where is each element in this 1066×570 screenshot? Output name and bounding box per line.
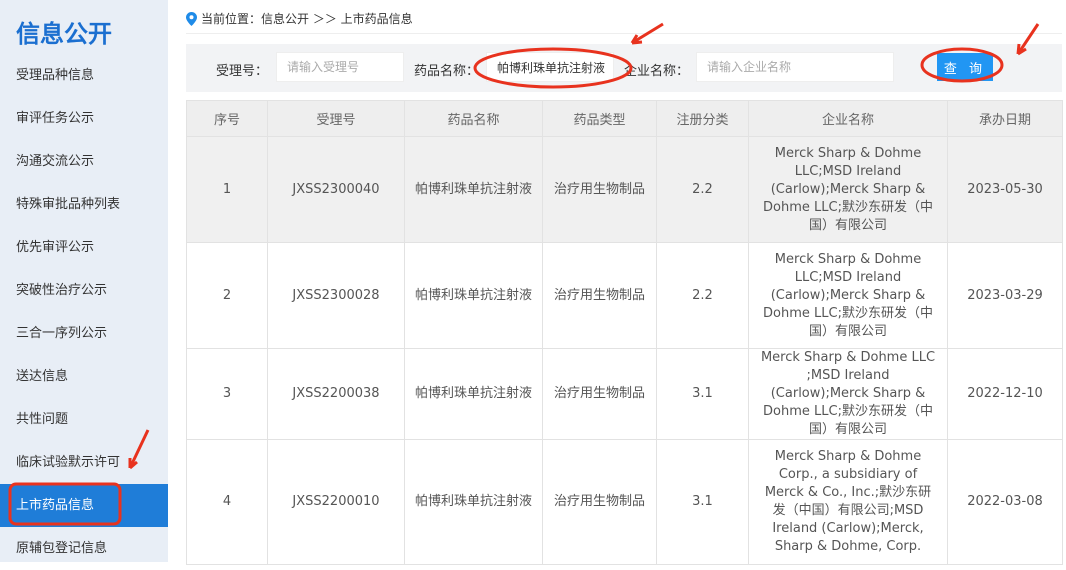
header-registration-class: 注册分类 (656, 100, 749, 137)
row-accept-number: JXSS2200038 (267, 348, 405, 440)
table-row[interactable]: 1 JXSS2300040 帕博利珠单抗注射液 治疗用生物制品 2.2 Merck Sha… (186, 136, 1063, 243)
table-row[interactable]: 4 JXSS2200010 帕博利珠单抗注射液 治疗用生物制品 3.1 Merck Sha… (186, 439, 1063, 565)
sidebar-item-delivery[interactable]: 送达信息 (0, 355, 168, 398)
sidebar-item-marketed-drugs[interactable]: 上市药品信息 (0, 484, 168, 527)
row-drug-type: 治疗用生物制品 (542, 136, 657, 243)
row-drug-name: 帕博利珠单抗注射液 (404, 348, 543, 440)
row-date: 2022-12-10 (947, 348, 1063, 440)
row-company: Merck Sharp & Dohme LLC ;MSD Ireland (Ca… (748, 348, 948, 440)
sidebar-item-accepted-varieties[interactable]: 受理品种信息 (0, 54, 168, 97)
row-drug-type: 治疗用生物制品 (542, 439, 657, 565)
company-name-label: 企业名称： (624, 64, 690, 79)
accept-number-input[interactable] (276, 52, 404, 82)
row-drug-name: 帕博利珠单抗注射液 (404, 136, 543, 243)
row-registration-class: 2.2 (656, 242, 749, 349)
company-name-input[interactable] (696, 52, 894, 82)
header-company: 企业名称 (748, 100, 948, 137)
row-company: Merck Sharp & Dohme Corp., a subsidiary … (748, 439, 948, 565)
row-date: 2023-05-30 (947, 136, 1063, 243)
drug-name-input[interactable] (486, 52, 614, 82)
sidebar-item-breakthrough[interactable]: 突破性治疗公示 (0, 269, 168, 312)
table-row[interactable]: 2 JXSS2300028 帕博利珠单抗注射液 治疗用生物制品 2.2 Merck Sha… (186, 242, 1063, 349)
sidebar-item-three-in-one[interactable]: 三合一序列公示 (0, 312, 168, 355)
breadcrumb-text: 当前位置：信息公开 ＞＞ 上市药品信息 (201, 12, 413, 26)
sidebar: 信息公开 受理品种信息 审评任务公示 沟通交流公示 特殊审批品种列表 优先审评公… (0, 0, 168, 562)
row-index: 3 (186, 348, 268, 440)
header-drug-name: 药品名称 (404, 100, 543, 137)
row-index: 1 (186, 136, 268, 243)
table-row[interactable]: 3 JXSS2200038 帕博利珠单抗注射液 治疗用生物制品 3.1 Merck Sha… (186, 348, 1063, 440)
table-header: 序号 受理号 药品名称 药品类型 注册分类 企业名称 承办日期 (186, 100, 1063, 137)
row-drug-type: 治疗用生物制品 (542, 242, 657, 349)
row-company: Merck Sharp & Dohme LLC;MSD Ireland (Car… (748, 242, 948, 349)
row-accept-number: JXSS2300040 (267, 136, 405, 243)
drug-name-label: 药品名称： (414, 64, 480, 79)
row-drug-name: 帕博利珠单抗注射液 (404, 242, 543, 349)
sidebar-item-communication[interactable]: 沟通交流公示 (0, 140, 168, 183)
sidebar-item-excipients[interactable]: 原辅包登记信息 (0, 527, 168, 570)
row-registration-class: 3.1 (656, 439, 749, 565)
divider (186, 33, 1062, 34)
drug-table: 序号 受理号 药品名称 药品类型 注册分类 企业名称 承办日期 1 JXSS230… (186, 100, 1063, 565)
row-registration-class: 3.1 (656, 348, 749, 440)
row-accept-number: JXSS2200010 (267, 439, 405, 565)
query-button[interactable]: 查 询 (937, 53, 993, 81)
sidebar-item-special-approval[interactable]: 特殊审批品种列表 (0, 183, 168, 226)
sidebar-item-review-tasks[interactable]: 审评任务公示 (0, 97, 168, 140)
row-date: 2022-03-08 (947, 439, 1063, 565)
sidebar-item-clinical-trial[interactable]: 临床试验默示许可 (0, 441, 168, 484)
sidebar-item-common-issues[interactable]: 共性问题 (0, 398, 168, 441)
row-accept-number: JXSS2300028 (267, 242, 405, 349)
breadcrumb: 当前位置：信息公开 ＞＞ 上市药品信息 (186, 10, 413, 27)
header-date: 承办日期 (947, 100, 1063, 137)
row-index: 4 (186, 439, 268, 565)
sidebar-title: 信息公开 (16, 20, 112, 48)
accept-number-label: 受理号： (216, 64, 269, 79)
row-drug-name: 帕博利珠单抗注射液 (404, 439, 543, 565)
header-index: 序号 (186, 100, 268, 137)
search-bar: 受理号： 药品名称： 企业名称： 查 询 (186, 44, 1062, 92)
row-index: 2 (186, 242, 268, 349)
location-pin-icon (186, 11, 197, 26)
sidebar-item-priority-review[interactable]: 优先审评公示 (0, 226, 168, 269)
row-date: 2023-03-29 (947, 242, 1063, 349)
header-accept-number: 受理号 (267, 100, 405, 137)
row-registration-class: 2.2 (656, 136, 749, 243)
row-drug-type: 治疗用生物制品 (542, 348, 657, 440)
row-company: Merck Sharp & Dohme LLC;MSD Ireland (Car… (748, 136, 948, 243)
header-drug-type: 药品类型 (542, 100, 657, 137)
